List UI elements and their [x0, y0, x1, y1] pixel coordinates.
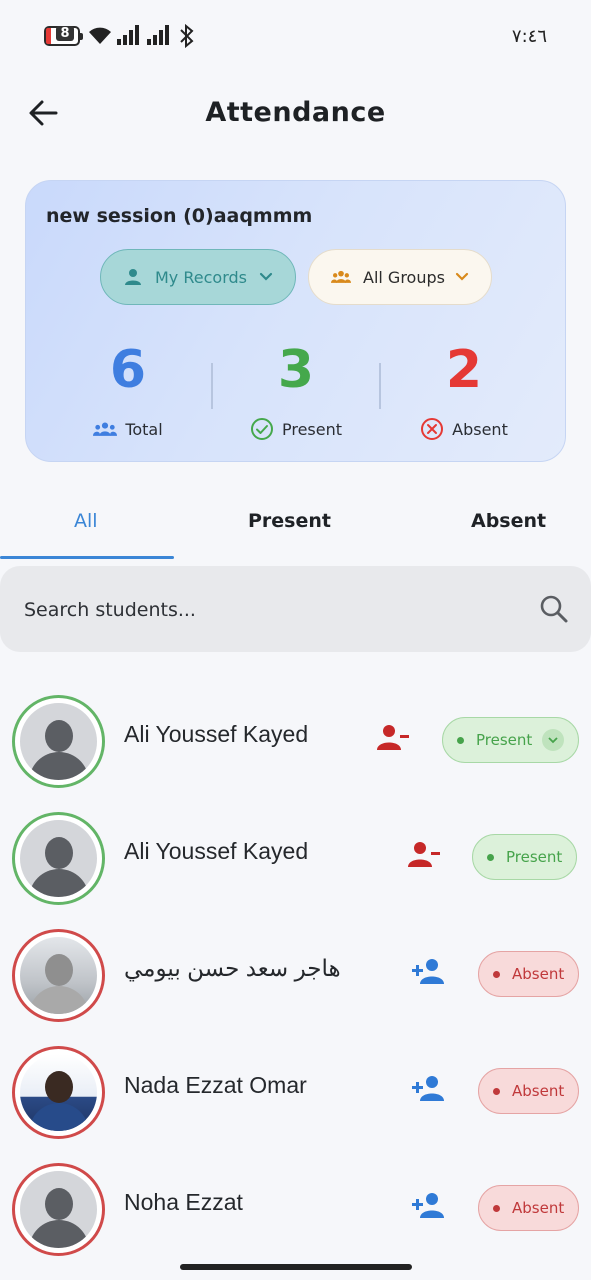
status-label: Present: [506, 848, 563, 866]
present-stat: 3 Present: [226, 339, 366, 441]
status-badge[interactable]: Absent: [478, 1068, 580, 1114]
status-bar: 8 ٧:٤٦: [0, 0, 591, 70]
people-icon: [93, 417, 118, 441]
filter-tabs: All Present Absent: [0, 490, 591, 560]
search-input[interactable]: [24, 590, 504, 630]
student-name: Nada Ezzat Omar: [124, 1072, 307, 1098]
student-name: Ali Youssef Kayed: [124, 721, 309, 747]
signal-icon-2: [147, 25, 169, 45]
status-label: Absent: [512, 965, 565, 983]
add-person-icon[interactable]: [411, 957, 445, 987]
avatar: [12, 812, 105, 905]
status-badge[interactable]: Absent: [478, 1185, 580, 1231]
wifi-icon: [89, 27, 111, 44]
student-name: هاجر سعد حسن بيومي: [124, 955, 341, 981]
search-bar: [0, 566, 591, 652]
chevron-down-icon: [259, 270, 273, 284]
all-groups-filter[interactable]: All Groups: [308, 249, 492, 305]
avatar: [12, 695, 105, 788]
add-person-icon[interactable]: [411, 1191, 445, 1221]
active-tab-indicator: [0, 556, 174, 559]
all-groups-label: All Groups: [363, 267, 445, 287]
present-label: Present: [281, 419, 343, 439]
chevron-down-icon: [455, 270, 469, 284]
tab-absent[interactable]: Absent: [471, 510, 546, 532]
status-badge[interactable]: Present: [472, 834, 578, 880]
signal-icon: [117, 25, 139, 45]
add-person-icon[interactable]: [411, 1074, 445, 1104]
status-label: Absent: [512, 1199, 565, 1217]
x-circle-icon: [420, 417, 444, 441]
status-label: Absent: [512, 1082, 565, 1100]
clock: ٧:٤٦: [511, 26, 547, 47]
student-row[interactable]: Ali Youssef Kayed Present: [0, 695, 591, 812]
student-row[interactable]: هاجر سعد حسن بيومي Absent: [0, 929, 591, 1046]
status-badge[interactable]: Present: [442, 717, 580, 763]
stat-divider: [211, 363, 213, 409]
status-badge[interactable]: Absent: [478, 951, 580, 997]
absent-count: 2: [445, 340, 483, 400]
remove-person-icon[interactable]: [376, 723, 410, 753]
my-records-label: My Records: [155, 267, 247, 287]
avatar: [12, 1163, 105, 1256]
status-label: Present: [476, 731, 533, 749]
home-indicator[interactable]: [180, 1264, 412, 1270]
search-icon[interactable]: [539, 594, 569, 624]
absent-label: Absent: [452, 419, 508, 439]
total-stat: 6 Total: [58, 339, 198, 441]
remove-person-icon[interactable]: [407, 840, 441, 870]
session-summary-card: new session (0)aaqmmm My Records All Gro…: [25, 180, 566, 462]
session-name: new session (0)aaqmmm: [46, 205, 313, 227]
student-row[interactable]: Ali Youssef Kayed Present: [0, 812, 591, 929]
student-row[interactable]: Nada Ezzat Omar Absent: [0, 1046, 591, 1163]
avatar: [12, 929, 105, 1022]
my-records-filter[interactable]: My Records: [100, 249, 296, 305]
check-circle-icon: [250, 417, 274, 441]
stat-divider: [379, 363, 381, 409]
battery-icon: 8: [44, 26, 83, 46]
bluetooth-icon: [180, 24, 194, 48]
student-name: Noha Ezzat: [124, 1189, 243, 1215]
absent-stat: 2 Absent: [394, 339, 534, 441]
student-row[interactable]: Noha Ezzat Absent: [0, 1163, 591, 1280]
total-label: Total: [125, 419, 163, 439]
total-count: 6: [109, 340, 147, 400]
tab-all[interactable]: All: [74, 510, 98, 532]
avatar: [12, 1046, 105, 1139]
groups-icon: [331, 267, 351, 287]
student-name: Ali Youssef Kayed: [124, 838, 309, 864]
page-title: Attendance: [205, 97, 386, 128]
person-icon: [123, 267, 143, 287]
tab-present[interactable]: Present: [248, 510, 331, 532]
chevron-down-icon[interactable]: [542, 729, 565, 751]
present-count: 3: [277, 340, 315, 400]
